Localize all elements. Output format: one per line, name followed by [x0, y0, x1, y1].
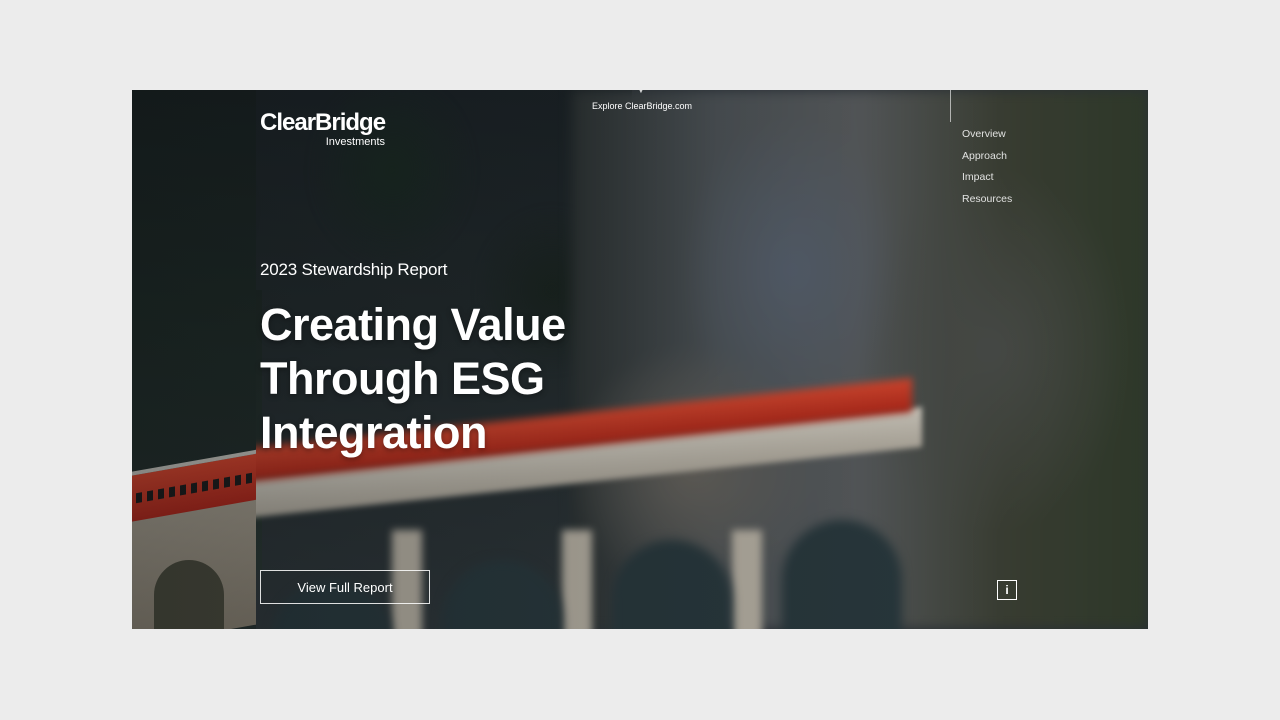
explore-clearbridge-link[interactable]: Explore ClearBridge.com [592, 101, 692, 111]
logo-wordmark: ClearBridge [260, 109, 386, 136]
nav-item-impact[interactable]: Impact [962, 167, 1012, 189]
info-icon[interactable]: i [997, 580, 1017, 600]
section-nav: Overview Approach Impact Resources [962, 124, 1012, 210]
page-title: Creating Value Through ESG Integration [260, 298, 680, 460]
chevron-down-icon: ▼ [637, 90, 645, 95]
nav-divider [950, 90, 951, 122]
title-line-1: Creating Value [260, 299, 566, 350]
logo-subtitle: Investments [325, 136, 386, 148]
title-line-2: Through ESG [260, 353, 545, 404]
view-full-report-button[interactable]: View Full Report [260, 570, 430, 604]
report-subtitle: 2023 Stewardship Report [260, 260, 448, 279]
clearbridge-logo[interactable]: ClearBridge Investments [260, 109, 386, 149]
title-line-3: Integration [260, 407, 488, 458]
nav-item-overview[interactable]: Overview [962, 124, 1012, 146]
nav-item-approach[interactable]: Approach [962, 146, 1012, 168]
hero-frame: ClearBridge Investments ▼ Explore ClearB… [132, 90, 1148, 629]
nav-item-resources[interactable]: Resources [962, 189, 1012, 211]
